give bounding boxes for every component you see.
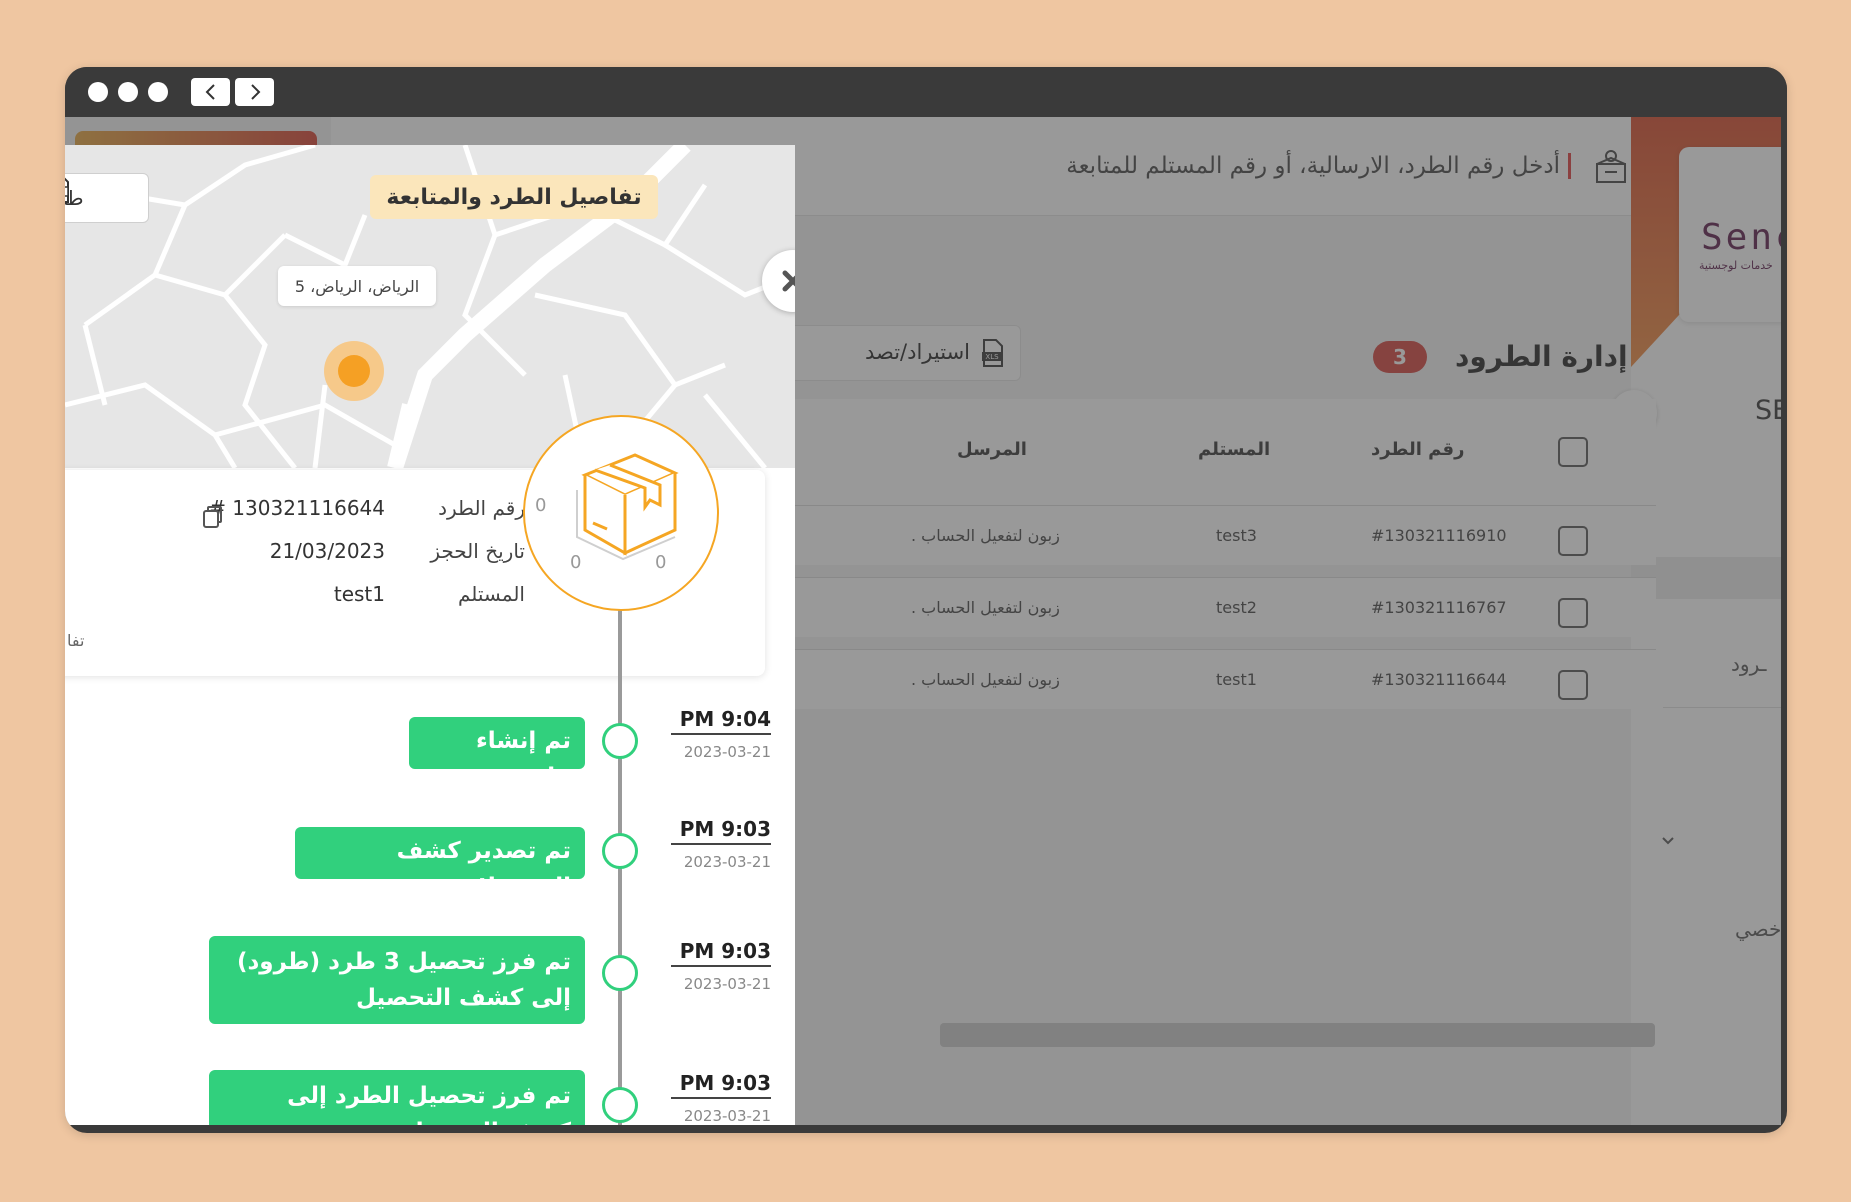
timeline-event: تم فرز تحصيل الطرد إلى كشف التحصيل - 269… — [209, 1070, 585, 1125]
column-header-parcel-no[interactable]: رقم الطرد — [1371, 439, 1464, 460]
details-link[interactable]: تفا — [67, 631, 84, 650]
parcel-count-badge: 3 — [1373, 341, 1427, 373]
chevron-right-icon — [250, 84, 260, 100]
cell-parcel-no[interactable]: #130321116910 — [1371, 526, 1507, 545]
row-checkbox[interactable] — [1558, 598, 1588, 628]
timeline-date: 2023-03-21 — [683, 1107, 771, 1125]
close-icon — [782, 270, 795, 292]
window-dot-minimize[interactable] — [118, 82, 138, 102]
cell-sender: زبون لتفعيل الحساب . — [911, 670, 1060, 689]
timeline-time: PM 9:03 — [671, 1071, 771, 1099]
chevron-down-icon[interactable] — [1660, 832, 1676, 851]
pdf-file-icon: PDF — [65, 177, 69, 203]
drawer-title: تفاصيل الطرد والمتابعة — [370, 175, 658, 219]
timeline-time: PM 9:03 — [671, 939, 771, 967]
cell-parcel-no[interactable]: #130321116644 — [1371, 670, 1507, 689]
page-title: إدارة الطرود — [1455, 340, 1628, 373]
search-input[interactable]: أدخل رقم الطرد، الارسالية، أو رقم المستل… — [1066, 153, 1571, 179]
chevron-left-icon — [205, 84, 215, 100]
timeline-date: 2023-03-21 — [683, 743, 771, 761]
timeline-time: PM 9:03 — [671, 817, 771, 845]
receiver-label: المستلم — [457, 582, 525, 606]
page-content: أدخل رقم الطرد، الارسالية، أو رقم المستل… — [65, 117, 1781, 1125]
booking-date-label: تاريخ الحجز — [430, 539, 525, 563]
timeline-node — [602, 723, 638, 759]
copy-icon[interactable] — [202, 505, 224, 529]
cell-parcel-no[interactable]: #130321116767 — [1371, 598, 1507, 617]
column-header-sender[interactable]: المرسل — [957, 439, 1027, 460]
timeline-event: تم فرز تحصيل 3 طرد (طرود) إلى كشف التحصي… — [209, 936, 585, 1024]
logo-card: Senc خدمات لوجستية — [1679, 147, 1781, 322]
timeline-date: 2023-03-21 — [683, 975, 771, 993]
box-count-left: 0 — [535, 495, 547, 516]
timeline-node — [602, 1087, 638, 1123]
location-tooltip: الرياض، الرياض، 5 — [278, 266, 436, 306]
back-button[interactable] — [191, 78, 230, 106]
row-checkbox[interactable] — [1558, 526, 1588, 556]
row-checkbox[interactable] — [1558, 670, 1588, 700]
side-code: SE — [1755, 395, 1781, 426]
cell-sender: زبون لتفعيل الحساب . — [911, 526, 1060, 545]
timeline-node — [602, 955, 638, 991]
sidebar-item-personal[interactable]: خصي — [1735, 917, 1781, 941]
cell-sender: زبون لتفعيل الحساب . — [911, 598, 1060, 617]
timeline-event: تم إنشاء فاتورة — [409, 717, 585, 790]
brand-tagline: خدمات لوجستية — [1699, 259, 1773, 272]
column-header-receiver[interactable]: المستلم — [1198, 439, 1270, 460]
map-pin-icon[interactable] — [338, 355, 370, 387]
select-all-checkbox[interactable] — [1558, 437, 1588, 467]
forward-button[interactable] — [235, 78, 274, 106]
timeline-event: تم تصدير كشف التحصيلات — [295, 827, 585, 900]
cell-receiver: test3 — [1216, 526, 1257, 545]
parcel-no-label: رقم الطرد — [438, 496, 525, 520]
print-pdf-button[interactable]: طب PDF — [65, 173, 149, 223]
window-titlebar — [65, 67, 1787, 117]
sidebar-item-parcels[interactable]: ـرود — [1731, 652, 1766, 676]
window-dot-maximize[interactable] — [148, 82, 168, 102]
parcel-no-value: # 130321116644 — [209, 496, 385, 520]
parcel-box-badge: 0 0 0 — [523, 415, 719, 611]
cell-receiver: test2 — [1216, 598, 1257, 617]
map-view[interactable]: تفاصيل الطرد والمتابعة طب PDF الرياض، ال… — [65, 145, 795, 468]
receiver-value: test1 — [333, 582, 385, 606]
box-count-bottom-right: 0 — [655, 552, 667, 573]
browser-window: أدخل رقم الطرد، الارسالية، أو رقم المستل… — [65, 67, 1787, 1133]
import-export-label: استيراد/تصد — [864, 340, 970, 364]
parcel-details-drawer: تفاصيل الطرد والمتابعة طب PDF الرياض، ال… — [65, 145, 795, 1125]
parcel-scan-icon — [1596, 150, 1626, 183]
package-box-icon — [576, 453, 679, 561]
booking-date-value: 21/03/2023 — [269, 539, 385, 563]
timeline-date: 2023-03-21 — [683, 853, 771, 871]
brand-logo: Senc — [1701, 217, 1781, 258]
horizontal-scrollbar[interactable] — [940, 1023, 1655, 1047]
box-count-bottom-left: 0 — [570, 552, 582, 573]
cell-receiver: test1 — [1216, 670, 1257, 689]
window-dot-close[interactable] — [88, 82, 108, 102]
sidebar-divider — [1663, 707, 1781, 708]
xls-file-icon: XLS — [982, 339, 1003, 367]
svg-text:XLS: XLS — [985, 353, 999, 361]
timeline-node — [602, 833, 638, 869]
timeline-time: PM 9:04 — [671, 707, 771, 735]
